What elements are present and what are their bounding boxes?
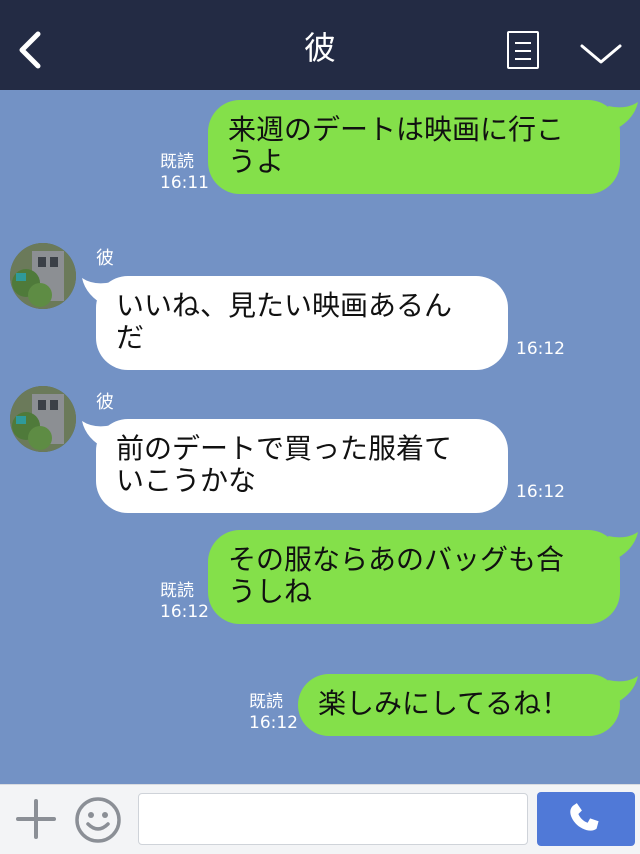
chat-header: 彼 xyxy=(0,0,640,90)
smiley-icon[interactable] xyxy=(74,796,122,844)
incoming-message[interactable]: いいね、見たい映画あるん だ xyxy=(96,276,508,370)
incoming-message[interactable]: 前のデートで買った服着て いこうかな xyxy=(96,419,508,513)
chat-screen: 彼 既読 16:11 来週のデートは映画に行こ うよ 彼 いいね、見たい映画ある… xyxy=(0,0,640,854)
input-bar xyxy=(0,784,640,854)
message-time: 16:12 xyxy=(516,482,565,502)
outgoing-message[interactable]: 楽しみにしてるね！ xyxy=(298,674,620,736)
chevron-down-icon[interactable] xyxy=(578,38,624,68)
plus-icon[interactable] xyxy=(14,797,58,841)
outgoing-message[interactable]: 来週のデートは映画に行こ うよ xyxy=(208,100,620,194)
call-button[interactable] xyxy=(537,792,635,846)
sender-name: 彼 xyxy=(96,248,114,269)
sender-name: 彼 xyxy=(96,392,114,413)
outgoing-message[interactable]: その服ならあのバッグも合 うしね xyxy=(208,530,620,624)
notes-icon[interactable] xyxy=(507,31,539,69)
read-receipt: 既読 16:11 xyxy=(160,152,209,193)
read-receipt: 既読 16:12 xyxy=(249,692,298,733)
message-time: 16:12 xyxy=(516,339,565,359)
message-input[interactable] xyxy=(138,793,528,845)
read-receipt: 既読 16:12 xyxy=(160,581,209,622)
phone-icon xyxy=(570,803,599,831)
contact-avatar[interactable] xyxy=(10,386,76,452)
contact-avatar[interactable] xyxy=(10,243,76,309)
chat-title: 彼 xyxy=(303,29,336,67)
